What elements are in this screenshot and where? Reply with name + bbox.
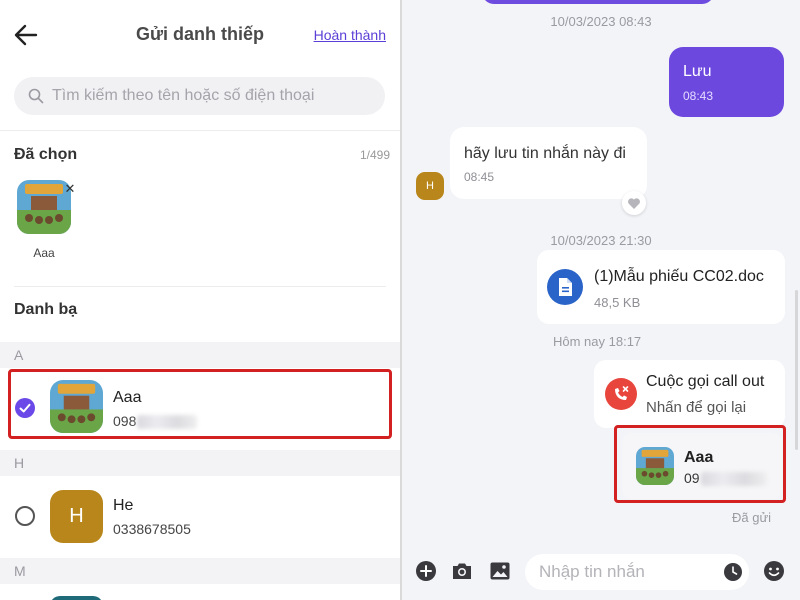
obscured-phone-digits [700, 472, 767, 487]
search-bar[interactable] [14, 77, 385, 115]
call-message[interactable]: Cuộc gọi call out Nhấn để gọi lại [594, 360, 785, 428]
document-icon [547, 269, 583, 305]
contact-card-message[interactable]: Aaa 09 [622, 433, 782, 499]
game-avatar-image [636, 447, 674, 485]
contact-name: Aaa [113, 389, 142, 406]
message-text: Lưu [683, 63, 712, 80]
contact-phone: 098 [113, 413, 198, 430]
camera-icon[interactable] [450, 559, 474, 583]
game-avatar-image [50, 380, 103, 433]
contact-name: He [113, 497, 134, 514]
search-icon [28, 88, 44, 104]
contact-row-aaa[interactable]: Aaa 098 [0, 368, 400, 444]
arrow-left-icon [14, 24, 38, 46]
group-header-m: M [0, 558, 400, 584]
avatar [50, 380, 103, 433]
timestamp: 10/03/2023 08:43 [550, 14, 652, 29]
contact-card-phone: 09 [684, 470, 767, 487]
close-icon[interactable]: ✕ [63, 182, 77, 196]
message-input[interactable] [539, 562, 699, 582]
contact-phone: 0338678505 [113, 521, 191, 537]
obscured-phone-digits [137, 415, 198, 430]
file-size: 48,5 KB [594, 295, 641, 310]
back-button[interactable] [12, 22, 40, 48]
call-subtitle: Nhấn để gọi lại [646, 399, 747, 416]
message-composer [402, 546, 800, 600]
selected-section-title: Đã chọn [14, 146, 78, 163]
selected-contact-name: Aaa [33, 246, 55, 260]
clock-icon[interactable] [723, 562, 743, 582]
sent-status: Đã gửi [732, 510, 772, 525]
search-input[interactable] [52, 87, 372, 105]
timestamp: 10/03/2023 21:30 [550, 233, 652, 248]
scrollbar[interactable] [795, 290, 798, 450]
avatar [636, 447, 674, 485]
checkbox-unchecked[interactable] [15, 506, 35, 526]
contacts-section-title: Danh bạ [14, 301, 78, 318]
file-message[interactable]: (1)Mẫu phiếu CC02.doc 48,5 KB [537, 250, 785, 324]
contact-row-he[interactable]: H He 0338678505 [0, 476, 400, 552]
reaction-button[interactable] [622, 191, 646, 215]
message-time: 08:45 [464, 170, 495, 184]
file-name: (1)Mẫu phiếu CC02.doc [594, 268, 764, 285]
outgoing-message-bubble [482, 0, 714, 4]
done-link[interactable]: Hoàn thành [314, 27, 386, 43]
chat-panel: 10/03/2023 08:43 Lưu 08:43 H hãy lưu tin… [402, 0, 800, 600]
plus-icon[interactable] [414, 559, 438, 583]
checkbox-checked[interactable] [15, 398, 35, 418]
call-title: Cuộc gọi call out [646, 373, 765, 390]
emoji-icon[interactable] [762, 559, 786, 583]
incoming-message-bubble[interactable]: hãy lưu tin nhắn này đi 08:45 [450, 127, 647, 199]
heart-icon [628, 198, 640, 209]
outgoing-message-bubble[interactable]: Lưu 08:43 [669, 47, 784, 117]
timestamp: Hôm nay 18:17 [553, 334, 642, 349]
contact-card-name: Aaa [684, 449, 714, 466]
divider [0, 130, 400, 131]
check-icon [19, 403, 31, 413]
avatar [50, 596, 103, 600]
selected-counter: 1/499 [359, 148, 390, 162]
share-contact-panel: Gửi danh thiếp Hoàn thành Đã chọn 1/499 … [0, 0, 400, 600]
message-time: 08:43 [683, 89, 714, 103]
group-header-h: H [0, 450, 400, 476]
avatar: H [50, 490, 103, 543]
divider [14, 286, 386, 287]
group-header-a: A [0, 342, 400, 368]
avatar[interactable]: H [416, 172, 444, 200]
image-icon[interactable] [488, 559, 512, 583]
missed-call-icon [605, 378, 637, 410]
message-text: hãy lưu tin nhắn này đi [464, 145, 626, 162]
message-input-wrapper[interactable] [525, 554, 749, 590]
